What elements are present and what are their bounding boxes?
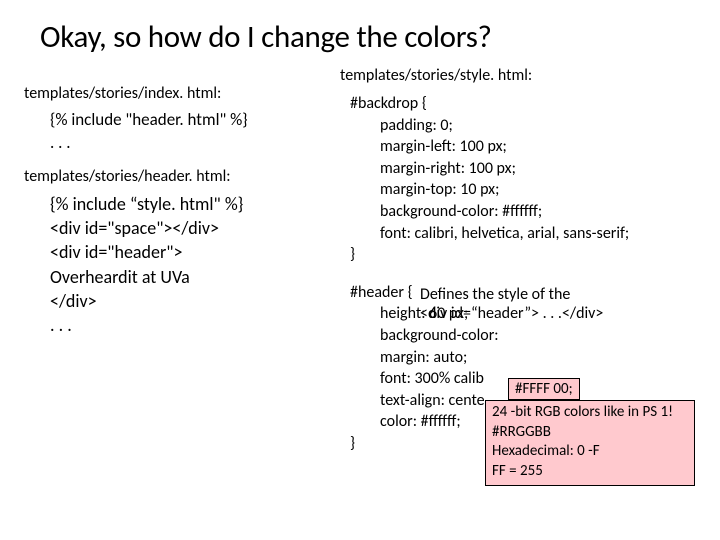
css-line: #backdrop { <box>350 93 710 115</box>
file-label-header: templates/stories/header. html: <box>24 167 340 186</box>
code-line: </div> <box>50 289 340 313</box>
left-column: templates/stories/index. html: {% includ… <box>20 66 340 455</box>
css-line: } <box>350 244 710 266</box>
code-line: <div id="header"> <box>50 240 340 264</box>
annotation-line: Defines the style of the <box>420 285 700 304</box>
code-line: Overheardit at UVa <box>50 265 340 289</box>
css-line: margin-right: 100 px; <box>350 158 710 180</box>
callout-line: Hexadecimal: 0 -F <box>492 442 688 462</box>
css-line: margin-left: 100 px; <box>350 136 710 158</box>
code-line: <div id="space"></div> <box>50 216 340 240</box>
css-line: padding: 0; <box>350 115 710 137</box>
callout-line: FF = 255 <box>492 462 688 482</box>
spacer <box>350 266 710 282</box>
code-line: {% include "header. html" %} <box>50 109 340 132</box>
css-line: background-color: #ffffff; <box>350 201 710 223</box>
file-label-index: templates/stories/index. html: <box>24 84 340 103</box>
code-index: {% include "header. html" %} . . . <box>24 109 340 155</box>
code-line: . . . <box>50 313 340 337</box>
code-line: . . . <box>50 132 340 155</box>
css-line: margin-top: 10 px; <box>350 179 710 201</box>
content-columns: templates/stories/index. html: {% includ… <box>0 56 720 455</box>
code-header: {% include “style. html" %} <div id="spa… <box>24 192 340 338</box>
code-line: {% include “style. html" %} <box>50 192 340 216</box>
css-line: background-color: <box>350 325 710 347</box>
callout-line: #RRGGBB <box>492 423 688 443</box>
callout-line: 24 -bit RGB colors like in PS 1! <box>492 403 688 423</box>
file-label-style: templates/stories/style. html: <box>340 66 710 85</box>
slide-title: Okay, so how do I change the colors? <box>0 0 720 56</box>
annotation-line: <div id=“header”> . . .</div> <box>420 304 700 323</box>
css-line: margin: auto; <box>350 347 710 369</box>
callout-rgb-explain: 24 -bit RGB colors like in PS 1! #RRGGBB… <box>485 400 695 486</box>
css-line: font: calibri, helvetica, arial, sans-se… <box>350 223 710 245</box>
callout-color-value: #FFFF 00; <box>508 378 580 400</box>
annotation-define: Defines the style of the <div id=“header… <box>420 285 700 323</box>
